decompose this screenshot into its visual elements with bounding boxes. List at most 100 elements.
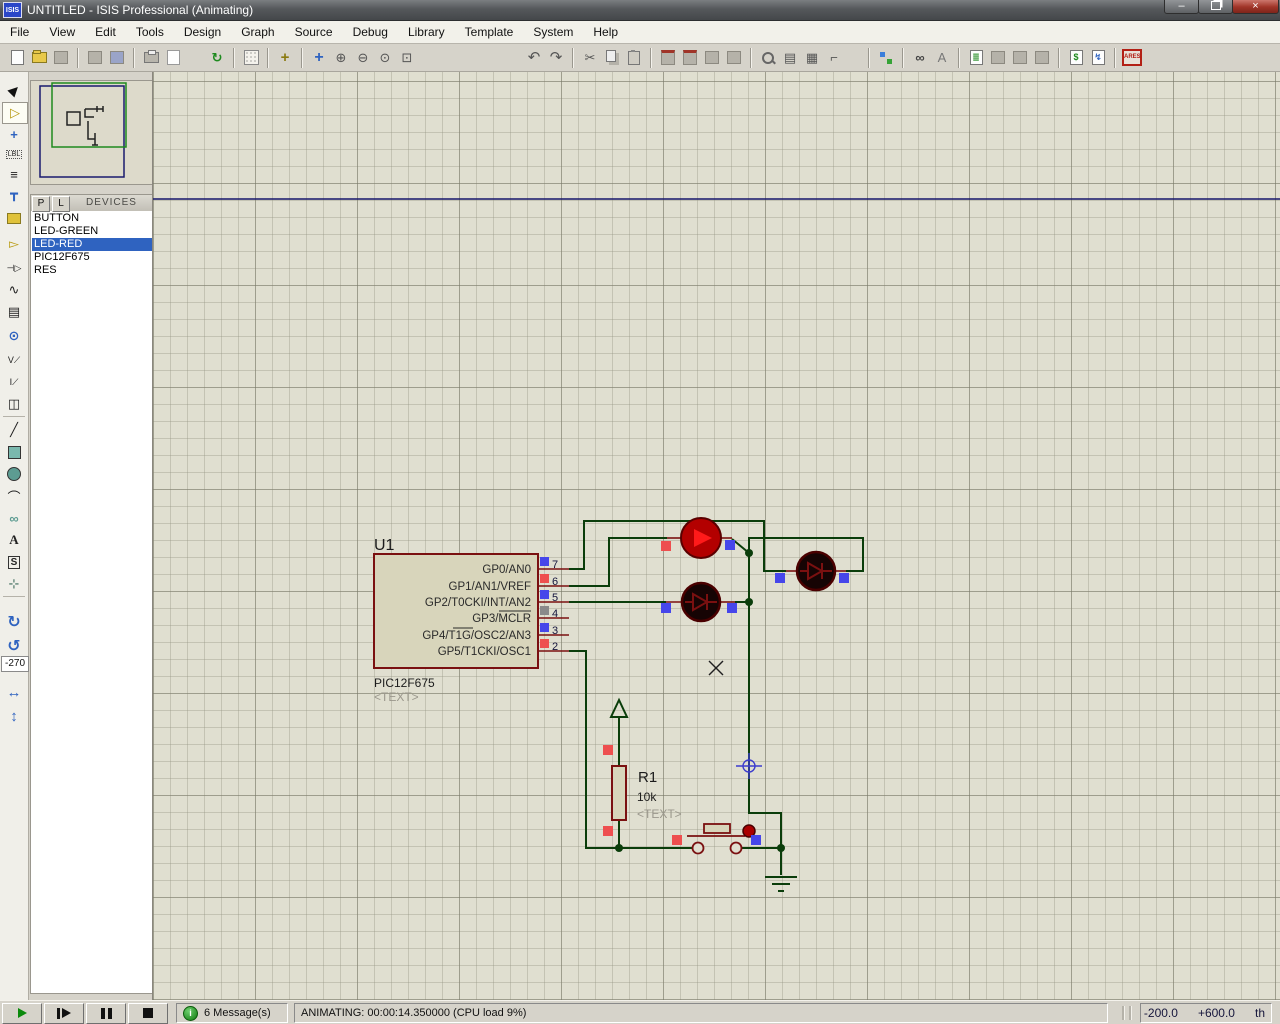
- menu-template[interactable]: Template: [455, 23, 524, 41]
- mirror-horizontal-icon[interactable]: ↔: [2, 682, 26, 702]
- mirror-vertical-icon[interactable]: ↕: [2, 706, 26, 726]
- graph-mode-icon[interactable]: ∿: [2, 280, 26, 300]
- goto-sheet-icon[interactable]: [1033, 49, 1051, 66]
- design-explorer-icon[interactable]: ≣: [967, 49, 985, 66]
- search-tag-icon[interactable]: ∞: [911, 49, 929, 66]
- packaging-tool-icon[interactable]: ▦: [803, 49, 821, 66]
- pause-button[interactable]: [86, 1002, 126, 1024]
- menu-design[interactable]: Design: [174, 23, 231, 41]
- buses-icon[interactable]: ┳: [2, 184, 26, 204]
- subcircuit-icon[interactable]: [2, 208, 26, 228]
- rotate-clockwise-icon[interactable]: ↻: [2, 612, 26, 632]
- component-r1-resistor[interactable]: R1 10k <TEXT>: [603, 745, 682, 836]
- junction-dot-icon[interactable]: +: [2, 124, 26, 144]
- block-delete-icon[interactable]: [725, 49, 743, 66]
- step-button[interactable]: [44, 1002, 84, 1024]
- block-rotate-icon[interactable]: [703, 49, 721, 66]
- zoom-all-icon[interactable]: ⊙: [376, 49, 394, 66]
- open-design-icon[interactable]: [30, 49, 48, 66]
- electrical-rule-check-icon[interactable]: ↯: [1089, 49, 1107, 66]
- voltage-probe-icon[interactable]: V⟋: [2, 350, 26, 370]
- menu-tools[interactable]: Tools: [126, 23, 174, 41]
- copy-icon[interactable]: [603, 49, 621, 66]
- minimize-button[interactable]: –: [1164, 0, 1199, 14]
- menu-system[interactable]: System: [523, 23, 583, 41]
- bill-of-materials-icon[interactable]: $: [1067, 49, 1085, 66]
- netlist-to-ares-icon[interactable]: ARES: [1122, 49, 1142, 66]
- remove-sheet-icon[interactable]: [1011, 49, 1029, 66]
- schematic-canvas[interactable]: U1 PIC12F675 <TEXT> GP0/AN0 GP1/AN1/VREF…: [152, 72, 1280, 1000]
- export-section-icon[interactable]: [108, 49, 126, 66]
- 2d-line-icon[interactable]: ╱: [2, 420, 26, 440]
- pick-parts-icon[interactable]: [759, 49, 777, 66]
- menu-view[interactable]: View: [39, 23, 85, 41]
- device-item-led-green[interactable]: LED-GREEN: [32, 225, 152, 238]
- library-button[interactable]: L: [52, 196, 70, 212]
- 2d-arc-icon[interactable]: ⌒: [2, 486, 26, 506]
- ground-symbol[interactable]: [765, 876, 797, 892]
- menu-debug[interactable]: Debug: [343, 23, 398, 41]
- play-button[interactable]: [2, 1002, 42, 1024]
- menu-edit[interactable]: Edit: [85, 23, 126, 41]
- 2d-circle-icon[interactable]: [2, 464, 26, 484]
- wire-label-icon[interactable]: LBL: [2, 144, 26, 164]
- redraw-icon[interactable]: ↻: [208, 49, 226, 66]
- menu-file[interactable]: File: [0, 23, 39, 41]
- undo-icon[interactable]: ↶: [525, 49, 543, 66]
- cut-icon[interactable]: ✂: [581, 49, 599, 66]
- block-copy-icon[interactable]: [659, 49, 677, 66]
- save-design-icon[interactable]: [52, 49, 70, 66]
- 2d-text-icon[interactable]: A: [2, 530, 26, 550]
- restore-button[interactable]: [1198, 0, 1233, 14]
- message-panel[interactable]: i 6 Message(s): [176, 1003, 288, 1023]
- new-design-icon[interactable]: [8, 49, 26, 66]
- stop-button[interactable]: [128, 1002, 168, 1024]
- new-sheet-icon[interactable]: [989, 49, 1007, 66]
- print-area-icon[interactable]: [164, 49, 182, 66]
- virtual-instruments-icon[interactable]: ◫: [2, 394, 26, 414]
- 2d-box-icon[interactable]: [2, 442, 26, 462]
- decompose-icon[interactable]: ⌐: [825, 49, 843, 66]
- overview-window[interactable]: [30, 80, 153, 185]
- menu-source[interactable]: Source: [285, 23, 343, 41]
- 2d-symbol-icon[interactable]: S: [2, 552, 26, 572]
- generator-mode-icon[interactable]: ⊙: [2, 326, 26, 346]
- tape-recorder-icon[interactable]: ▤: [2, 302, 26, 322]
- component-push-button[interactable]: [672, 823, 761, 855]
- rotation-angle-field[interactable]: -270: [1, 656, 29, 672]
- title-bar[interactable]: ISIS UNTITLED - ISIS Professional (Anima…: [0, 0, 1280, 21]
- pan-icon[interactable]: +: [310, 49, 328, 66]
- paste-icon[interactable]: [625, 49, 643, 66]
- component-u1-pic12f675[interactable]: U1 PIC12F675 <TEXT> GP0/AN0 GP1/AN1/VREF…: [373, 537, 569, 704]
- device-item-pic12f675[interactable]: PIC12F675: [32, 251, 152, 264]
- zoom-out-icon[interactable]: ⊖: [354, 49, 372, 66]
- print-icon[interactable]: [142, 49, 160, 66]
- selection-mode-icon[interactable]: ▶: [2, 80, 26, 100]
- device-item-button[interactable]: BUTTON: [32, 212, 152, 225]
- zoom-area-icon[interactable]: ⊡: [398, 49, 416, 66]
- power-terminal[interactable]: [609, 697, 629, 718]
- zoom-in-icon[interactable]: ⊕: [332, 49, 350, 66]
- menu-graph[interactable]: Graph: [231, 23, 284, 41]
- property-assignment-icon[interactable]: A: [933, 49, 951, 66]
- close-button[interactable]: ×: [1232, 0, 1279, 14]
- toggle-grid-icon[interactable]: [242, 49, 260, 66]
- wire-autorouter-icon[interactable]: [877, 49, 895, 66]
- device-pins-icon[interactable]: ⊣▷: [2, 258, 26, 278]
- device-item-led-red[interactable]: LED-RED: [32, 238, 152, 251]
- import-section-icon[interactable]: [86, 49, 104, 66]
- component-mode-icon[interactable]: ▷: [2, 102, 28, 124]
- terminals-mode-icon[interactable]: ▻: [2, 234, 26, 254]
- block-move-icon[interactable]: [681, 49, 699, 66]
- led-right-off[interactable]: [775, 550, 849, 592]
- device-item-res[interactable]: RES: [32, 264, 152, 277]
- rotate-anticlockwise-icon[interactable]: ↺: [2, 636, 26, 656]
- pick-device-button[interactable]: P: [32, 196, 50, 212]
- menu-library[interactable]: Library: [398, 23, 455, 41]
- led-top-lit[interactable]: [661, 517, 735, 559]
- text-script-icon[interactable]: ≡: [2, 164, 26, 184]
- origin-icon[interactable]: +: [276, 49, 294, 66]
- 2d-marker-icon[interactable]: ⊹: [2, 574, 26, 594]
- make-device-icon[interactable]: ▤: [781, 49, 799, 66]
- redo-icon[interactable]: ↷: [547, 49, 565, 66]
